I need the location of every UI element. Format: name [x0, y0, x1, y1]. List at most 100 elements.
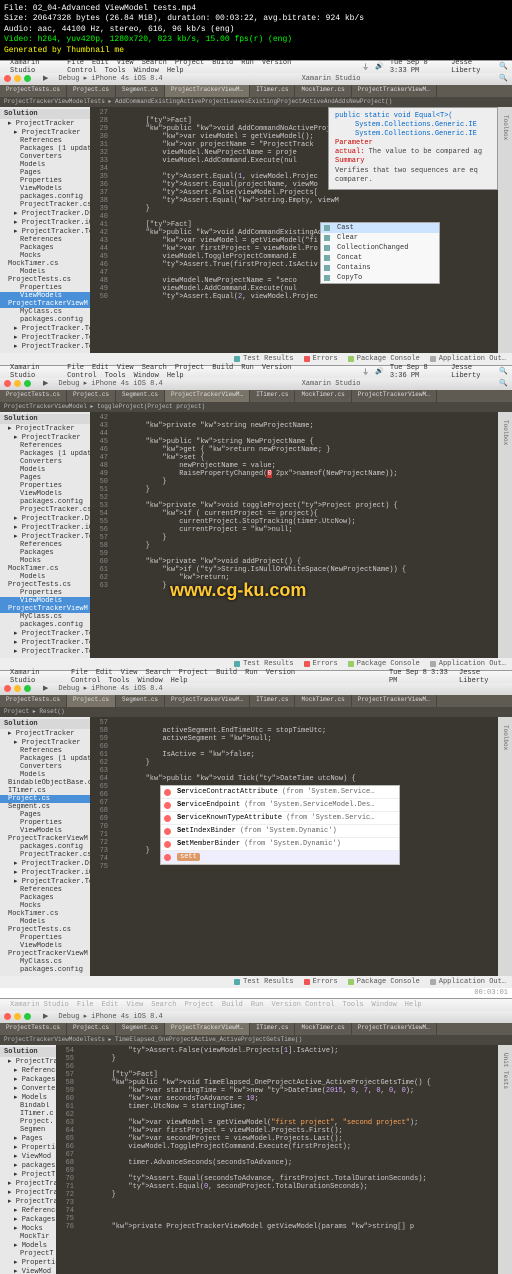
tree-node[interactable]: Segmen	[0, 1126, 56, 1134]
code-line[interactable]: 62 }	[90, 759, 498, 767]
editor-tab[interactable]: ITimer.cs	[250, 695, 295, 707]
wifi-icon[interactable]: ⏚	[362, 62, 369, 72]
search-icon[interactable]: 🔍	[499, 62, 508, 71]
tree-node[interactable]: Models	[0, 918, 90, 926]
tree-node[interactable]: ProjectTracker.cs	[0, 201, 90, 209]
code-line[interactable]: 60 "kw">var secondsToAdvance = 10;	[56, 1095, 498, 1103]
editor-tab[interactable]: ProjectTrackerViewM…	[352, 1023, 437, 1035]
editor-tab[interactable]: ProjectTrackerViewM…	[165, 695, 250, 707]
tree-node[interactable]: packages.config	[0, 966, 90, 974]
tree-node[interactable]: Models	[0, 161, 90, 169]
code-line[interactable]: 61 "kw">if ("ty">String.IsNullOrWhiteSpa…	[90, 566, 498, 574]
menu-run[interactable]: Run	[251, 1001, 264, 1009]
tree-node[interactable]: References	[0, 541, 90, 549]
menu-edit[interactable]: Edit	[102, 1001, 119, 1009]
tree-node[interactable]: ▸ ViewMod	[0, 1267, 56, 1274]
menu-build[interactable]: Build	[216, 669, 237, 677]
editor-tab[interactable]: ProjectTrackerViewM…	[165, 85, 250, 97]
tree-node[interactable]: ProjectTracker.cs	[0, 851, 90, 859]
tree-node[interactable]: References	[0, 886, 90, 894]
zoom-window-button[interactable]	[24, 75, 31, 82]
tree-node[interactable]: Pages	[0, 811, 90, 819]
search-field-icon[interactable]: 🔍	[499, 74, 508, 83]
menu-search[interactable]: Search	[142, 59, 167, 67]
zoom-window-button[interactable]	[24, 685, 31, 692]
tree-node[interactable]: Bindabl	[0, 1102, 56, 1110]
tree-node[interactable]: ▸ ProjectTra	[0, 1197, 56, 1206]
menu-build[interactable]: Build	[212, 59, 233, 67]
code-line[interactable]: 54 "ty">Assert.False(viewModel.Projects[…	[56, 1047, 498, 1055]
tree-node[interactable]: ProjectTests.cs	[0, 926, 90, 934]
code-line[interactable]: 43 "kw">private "kw">string newProjectNa…	[90, 422, 498, 430]
code-line[interactable]: 64 "kw">public "kw">void Tick("ty">DateT…	[90, 775, 498, 783]
tree-node[interactable]: ▸ ProjectTracker.Tests	[0, 877, 90, 886]
minimize-window-button[interactable]	[14, 75, 21, 82]
code-line[interactable]: 38 "ty">Assert.Equal("kw">string.Empty, …	[90, 197, 498, 205]
editor-tab[interactable]: ITimer.cs	[250, 85, 295, 97]
tree-node[interactable]: Models	[0, 466, 90, 474]
code-line[interactable]: 56 currentProject = "kw">null;	[90, 526, 498, 534]
code-line[interactable]: 60 "kw">private "kw">void addProject() {	[90, 558, 498, 566]
tree-node[interactable]: Pages	[0, 474, 90, 482]
breadcrumb-bar[interactable]: Project ▸ Reset()	[0, 707, 512, 717]
tree-node[interactable]: Models	[0, 771, 90, 779]
menu-edit[interactable]: Edit	[92, 364, 109, 372]
code-line[interactable]: 49 viewModel.AddCommand.Execute(nul	[90, 285, 498, 293]
tree-node[interactable]: Mocks	[0, 252, 90, 260]
tree-node[interactable]: ▸ ViewMod	[0, 1152, 56, 1161]
editor-tab[interactable]: ProjectTests.cs	[0, 390, 67, 402]
code-line[interactable]: 59	[90, 550, 498, 558]
tree-node[interactable]: Properties	[0, 934, 90, 942]
tree-node[interactable]: packages.config	[0, 316, 90, 324]
code-line[interactable]: 42	[90, 414, 498, 422]
editor-tab[interactable]: ProjectTrackerViewM…	[165, 390, 250, 402]
code-line[interactable]: 62	[56, 1111, 498, 1119]
completion-item[interactable]: ServiceKnownTypeAttribute (from 'System.…	[161, 812, 399, 825]
tree-node[interactable]: BindableObjectBase.c	[0, 779, 90, 787]
tree-node[interactable]: ▸ ProjectTracker.iOS	[0, 868, 90, 877]
menu-file[interactable]: File	[67, 59, 84, 67]
zoom-window-button[interactable]	[24, 380, 31, 387]
tree-node[interactable]: Packages	[0, 244, 90, 252]
tree-node[interactable]: References	[0, 442, 90, 450]
editor-tab[interactable]: ProjectTrackerViewM…	[352, 85, 437, 97]
console-tab[interactable]: Package Console	[348, 978, 420, 986]
code-line[interactable]: 59 activeSegment = "kw">null;	[90, 735, 498, 743]
tree-node[interactable]: ViewModels	[0, 185, 90, 193]
code-line[interactable]: 74	[56, 1207, 498, 1215]
tree-node[interactable]: ViewModels	[0, 292, 90, 300]
run-button[interactable]: ▶	[43, 74, 48, 83]
tree-node[interactable]: Properties	[0, 819, 90, 827]
tree-node[interactable]: ▸ ProjectTra	[0, 1188, 56, 1197]
tree-node[interactable]: Packages	[0, 894, 90, 902]
menu-project[interactable]: Project	[179, 669, 208, 677]
tree-node[interactable]: ▸ ProjectTra	[0, 1170, 56, 1179]
build-config[interactable]: Debug ▸ iPhone 4s iOS 8.4	[58, 379, 162, 388]
editor-tab[interactable]: Segment.cs	[116, 1023, 165, 1035]
editor-tab[interactable]: ProjectTrackerViewM…	[352, 695, 437, 707]
tree-node[interactable]: ▸ ProjectTracker.Droid	[0, 514, 90, 523]
editor-tab[interactable]: ProjectTests.cs	[0, 1023, 67, 1035]
menu-window[interactable]: Window	[372, 1001, 397, 1009]
code-line[interactable]: 72 }	[56, 1191, 498, 1199]
tree-node[interactable]: Packages	[0, 549, 90, 557]
tree-node[interactable]: Converters	[0, 153, 90, 161]
menu-build[interactable]: Build	[222, 1001, 243, 1009]
errors-tab[interactable]: Errors	[304, 355, 338, 363]
tree-node[interactable]: ▸ Models	[0, 1093, 56, 1102]
tree-node[interactable]: ▸ ProjectTracker	[0, 424, 90, 433]
code-line[interactable]: 55 currentProject.StopTracking(timer.Utc…	[90, 518, 498, 526]
output-tab[interactable]: Application Out…	[430, 355, 506, 363]
menu-project[interactable]: Project	[175, 364, 204, 372]
breadcrumb-bar[interactable]: ProjectTrackerViewModelTests ▸ AddComman…	[0, 97, 512, 107]
tree-node[interactable]: ProjectTrackerViewM	[0, 950, 90, 958]
tree-node[interactable]: References	[0, 747, 90, 755]
editor-tab[interactable]: Project.cs	[67, 85, 116, 97]
volume-icon[interactable]: 🔊	[375, 367, 384, 376]
editor-tab[interactable]: Project.cs	[67, 390, 116, 402]
tree-node[interactable]: ProjectTracker.cs	[0, 506, 90, 514]
breadcrumb-bar[interactable]: ProjectTrackerViewModel ▸ toggleProject(…	[0, 402, 512, 412]
tree-node[interactable]: MyClass.cs	[0, 613, 90, 621]
tree-node[interactable]: Properties	[0, 177, 90, 185]
tree-node[interactable]: ▸ ProjectTracker.Tests.Droid	[0, 324, 90, 333]
